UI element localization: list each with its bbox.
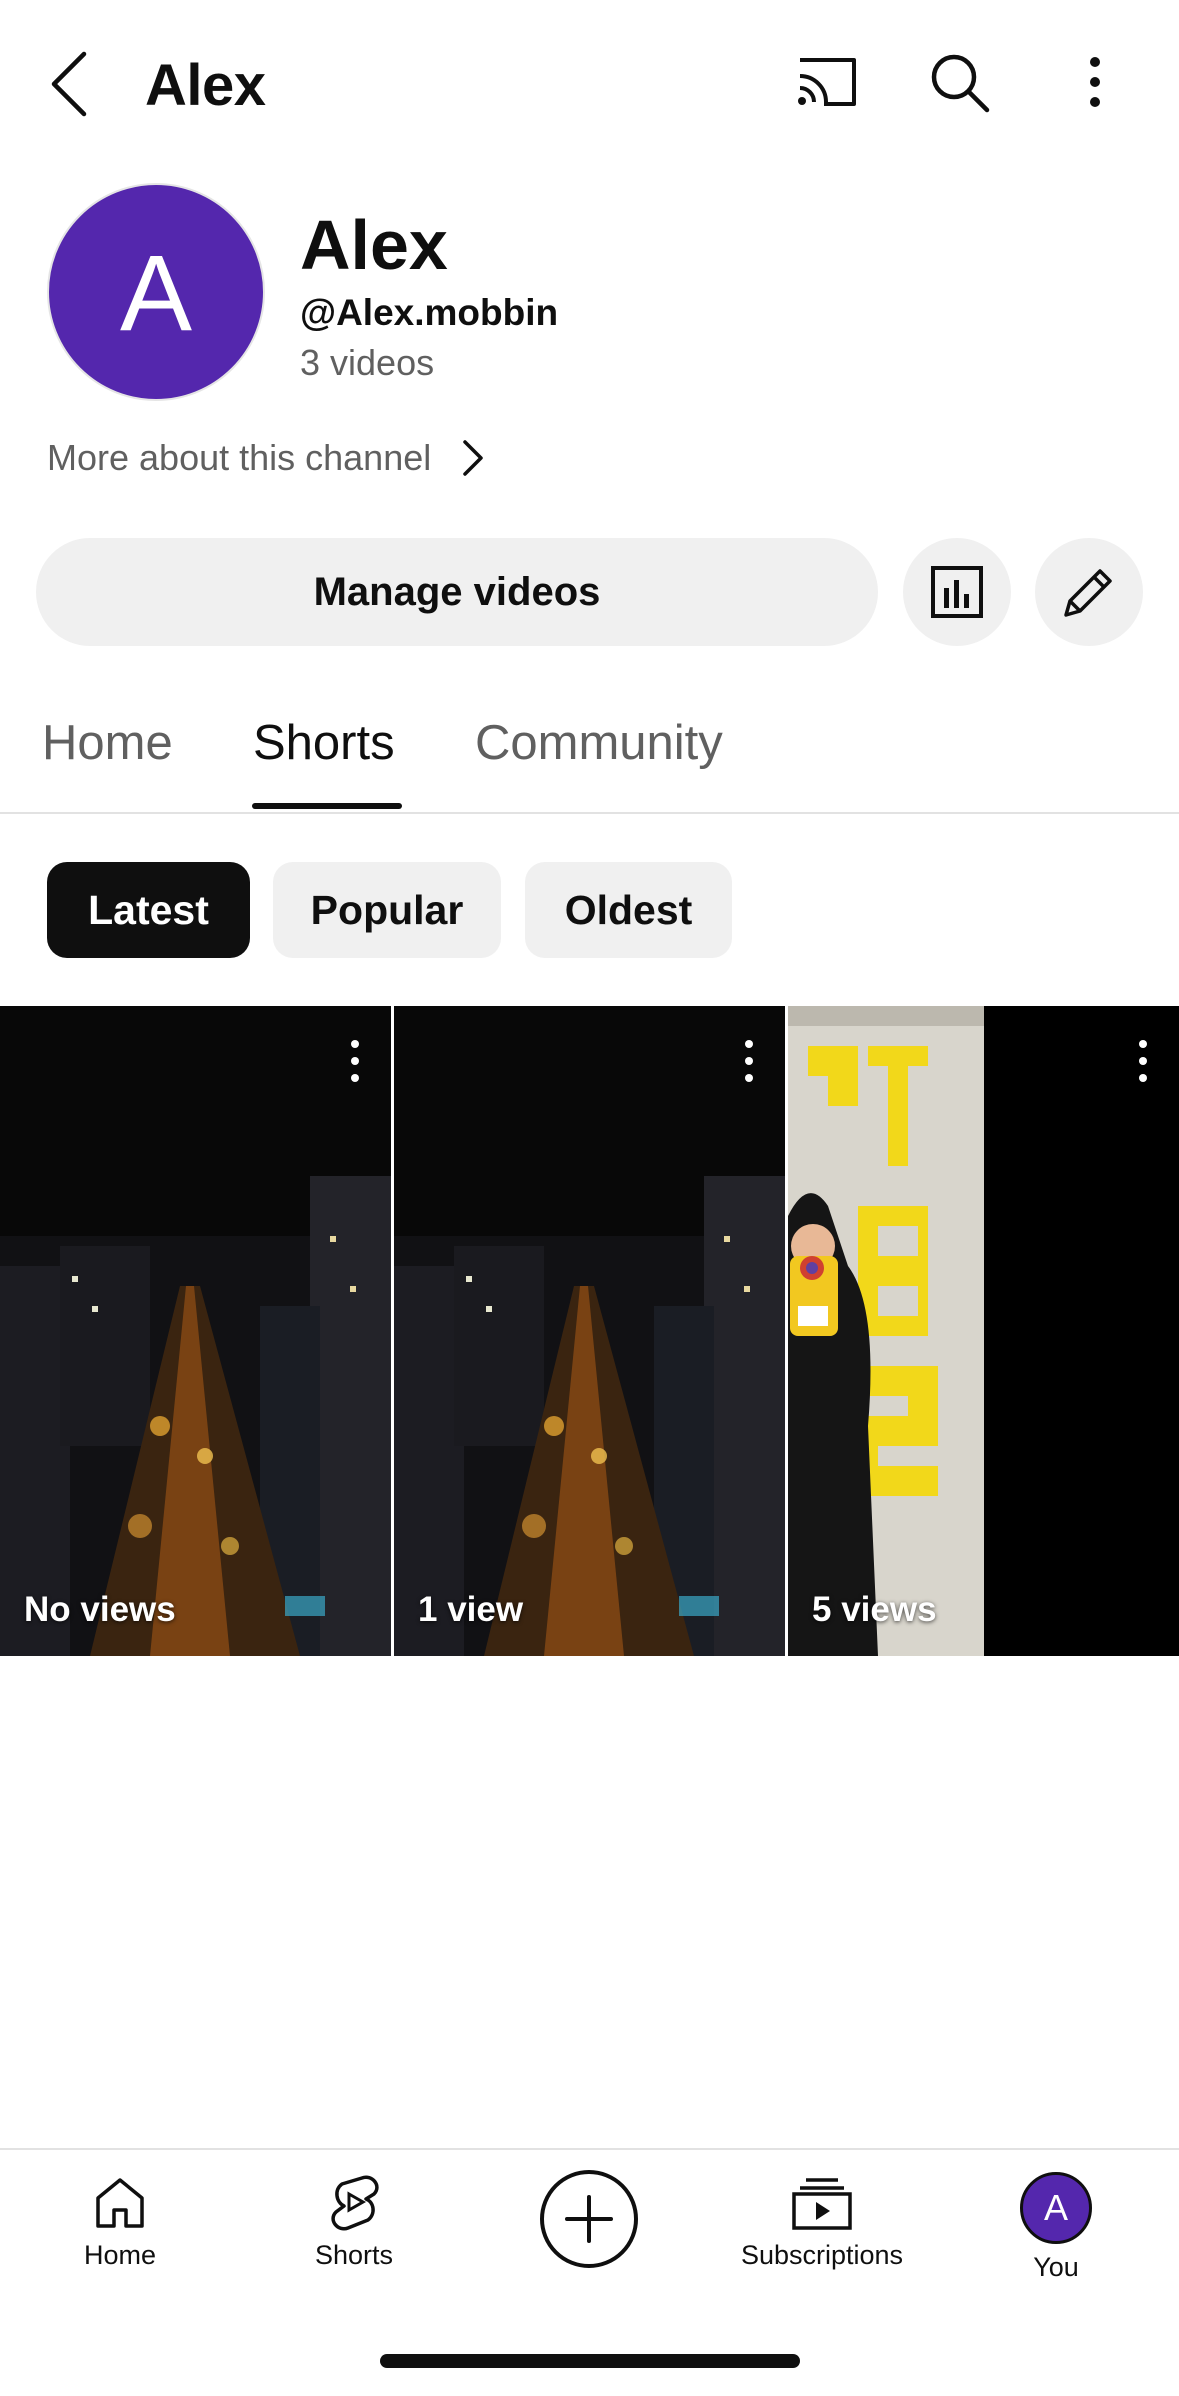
top-bar: Alex xyxy=(0,0,1179,170)
nav-shorts-label: Shorts xyxy=(314,2240,394,2270)
chip-latest[interactable]: Latest xyxy=(47,862,250,958)
channel-name: Alex xyxy=(300,206,448,284)
short-thumbnail xyxy=(394,1006,785,1656)
channel-tabs: Home Shorts Community xyxy=(0,690,1179,814)
tab-community[interactable]: Community xyxy=(475,715,723,771)
cast-icon xyxy=(798,58,856,106)
page-title: Alex xyxy=(145,53,266,118)
cast-button[interactable] xyxy=(790,52,862,112)
nav-shorts[interactable]: Shorts xyxy=(254,2172,454,2271)
home-icon xyxy=(96,2178,144,2228)
chip-oldest[interactable]: Oldest xyxy=(525,862,732,958)
more-vertical-icon xyxy=(1090,57,1100,107)
shorts-grid: No views 1 view 5 views xyxy=(0,1006,1179,1656)
video-count: 3 videos xyxy=(300,342,435,383)
analytics-icon xyxy=(931,566,983,618)
more-vertical-icon[interactable] xyxy=(739,1038,759,1084)
manage-videos-button[interactable]: Manage videos xyxy=(36,538,878,646)
nav-home-label: Home xyxy=(83,2240,157,2270)
back-button[interactable] xyxy=(40,44,100,124)
short-card[interactable]: 1 view xyxy=(394,1006,785,1656)
short-thumbnail xyxy=(0,1006,391,1656)
tab-home[interactable]: Home xyxy=(42,715,173,771)
shorts-icon xyxy=(331,2175,379,2231)
view-count: No views xyxy=(24,1590,176,1629)
more-options-button[interactable] xyxy=(1075,52,1115,112)
short-card[interactable]: 5 views xyxy=(788,1006,1179,1656)
back-icon xyxy=(51,51,87,117)
nav-home[interactable]: Home xyxy=(20,2172,220,2271)
nav-subscriptions-label: Subscriptions xyxy=(740,2240,904,2270)
active-tab-indicator xyxy=(252,803,402,809)
channel-avatar[interactable]: A xyxy=(47,183,265,401)
you-avatar: A xyxy=(1020,2172,1092,2244)
more-vertical-icon[interactable] xyxy=(1133,1038,1153,1084)
search-button[interactable] xyxy=(925,48,995,118)
nav-you[interactable]: A You xyxy=(956,2172,1156,2283)
search-icon xyxy=(931,54,990,113)
subscriptions-icon xyxy=(792,2178,852,2230)
short-thumbnail xyxy=(788,1006,1179,1656)
analytics-button[interactable] xyxy=(903,538,1011,646)
chip-popular[interactable]: Popular xyxy=(273,862,501,958)
home-indicator xyxy=(380,2354,800,2368)
view-count: 5 views xyxy=(812,1590,937,1629)
you-avatar-letter: A xyxy=(1043,2187,1068,2228)
nav-subscriptions[interactable]: Subscriptions xyxy=(722,2172,922,2271)
create-plus-icon xyxy=(565,2195,613,2243)
edit-channel-button[interactable] xyxy=(1035,538,1143,646)
tab-shorts[interactable]: Shorts xyxy=(253,715,395,771)
nav-you-label: You xyxy=(1033,2252,1079,2282)
short-card[interactable]: No views xyxy=(0,1006,391,1656)
view-count: 1 view xyxy=(418,1590,524,1629)
more-about-channel-link[interactable]: More about this channel xyxy=(47,433,485,483)
chevron-right-icon xyxy=(463,440,483,476)
create-button[interactable] xyxy=(540,2170,638,2268)
more-about-label: More about this channel xyxy=(47,437,432,478)
channel-handle: @Alex.mobbin xyxy=(300,292,559,333)
avatar-letter: A xyxy=(119,231,193,353)
edit-pencil-icon xyxy=(1064,569,1112,617)
more-vertical-icon[interactable] xyxy=(345,1038,365,1084)
